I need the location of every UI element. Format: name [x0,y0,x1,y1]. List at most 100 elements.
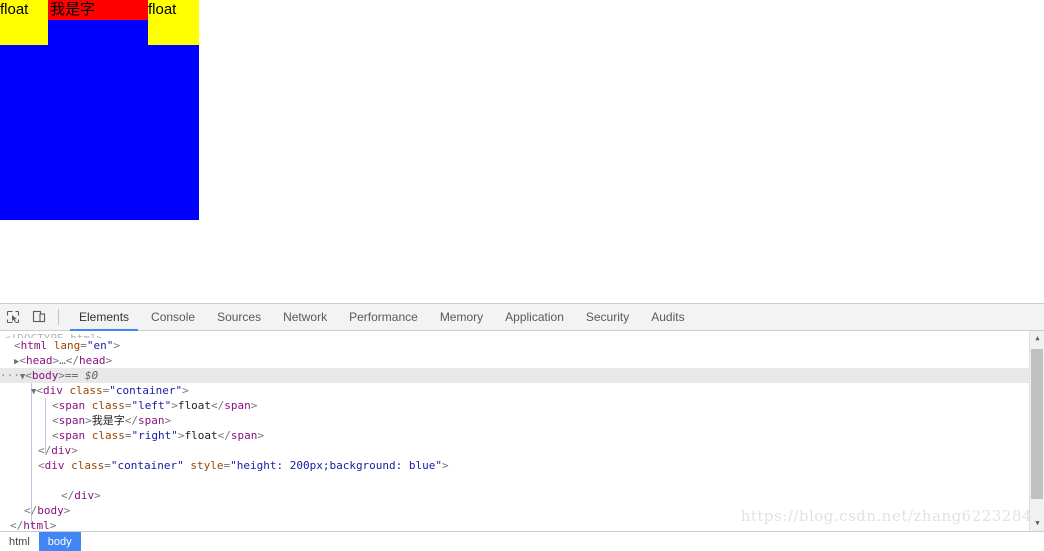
attr-class-value-right: "right" [131,429,178,442]
tag-div-close: div [51,444,72,457]
close-open: </ [10,519,24,531]
devtools-panel: Elements Console Sources Network Perform… [0,303,1044,551]
angle-open: < [52,414,59,427]
attr-class: class [91,399,125,412]
tag-span-close: span [230,429,258,442]
tag-div: div [43,384,63,397]
float-right-label: float [148,1,177,18]
tag-span: span [58,429,86,442]
angle-close: > [63,504,71,517]
dom-line-body[interactable]: ···▼<body>== $0 [0,368,1044,383]
span-chinese-text: 我是字 [91,414,125,427]
selected-node-ref: == $0 [65,369,99,382]
dom-line-blank [0,473,1044,488]
blue-container-box [0,20,199,220]
dom-line-div-container-open[interactable]: ▼<div class="container"> [0,383,1044,398]
dom-line-doctype[interactable]: <!DOCTYPE html> [0,331,1044,338]
attr-lang: lang [53,339,81,352]
dom-breadcrumb: html body [0,531,1044,551]
toolbar-divider [58,309,59,325]
close-open: </ [61,489,75,502]
dom-line-div-blue-open[interactable]: <div class="container" style="height: 20… [0,458,1044,473]
angle-open: < [52,429,59,442]
tab-elements[interactable]: Elements [68,304,140,331]
tag-div-close: div [74,489,95,502]
dom-line-span-right[interactable]: <span class="right">float</span> [0,428,1044,443]
tag-span: span [58,399,86,412]
angle-close: > [94,489,101,502]
tab-console[interactable]: Console [140,304,206,330]
angle-close: > [171,399,178,412]
dom-line-div-close-1[interactable]: </div> [0,443,1044,458]
tag-body: body [31,369,59,382]
dom-line-head[interactable]: ▶<head>…</head> [0,353,1044,368]
attr-class-value: "container" [110,459,184,472]
close-open: </ [217,429,231,442]
equals: = [104,459,111,472]
tag-span-close: span [224,399,251,412]
angle-open: < [52,399,59,412]
attr-class: class [71,459,105,472]
scrollbar-down-arrow[interactable]: ▼ [1030,516,1044,531]
attr-class-value-left: "left" [131,399,172,412]
tag-span: span [58,414,86,427]
tab-sources[interactable]: Sources [206,304,272,330]
dom-line-span-text[interactable]: <span>我是字</span> [0,413,1044,428]
tab-audits[interactable]: Audits [640,304,695,330]
angle-open: < [14,339,21,352]
dom-line-html-close[interactable]: </html> [0,518,1044,531]
inspect-element-icon[interactable] [0,304,26,330]
equals: = [124,429,132,442]
tab-performance[interactable]: Performance [338,304,429,330]
close-open: </ [211,399,225,412]
angle-close: > [71,444,78,457]
scrollbar-thumb[interactable] [1031,349,1043,499]
tag-head-close: head [79,354,106,367]
attr-style-value: "height: 200px;background: blue" [230,459,443,472]
browser-page-viewport: float float 我是字 [0,0,1044,303]
angle-close: > [442,459,449,472]
close-open: </ [38,444,52,457]
dom-line-html-open[interactable]: <html lang="en"> [0,338,1044,353]
attr-style: style [190,459,224,472]
span-right-text: float [184,429,218,442]
angle-close: > [85,414,92,427]
dom-tree-view[interactable]: <!DOCTYPE html> <html lang="en"> ▶<head>… [0,331,1044,531]
head-collapsed: >…</ [52,354,80,367]
dom-line-span-left[interactable]: <span class="left">float</span> [0,398,1044,413]
float-right-box: float [148,0,199,45]
equals: = [80,339,87,352]
tag-div: div [44,459,65,472]
dom-line-body-close[interactable]: </body> [0,503,1044,518]
dom-line-div-close-2[interactable]: </div> [0,488,1044,503]
tab-network[interactable]: Network [272,304,338,330]
scrollbar-up-arrow[interactable]: ▲ [1030,331,1044,346]
attr-class: class [91,429,125,442]
attr-class-value: "container" [109,384,183,397]
tag-span-close: span [138,414,165,427]
device-toolbar-icon[interactable] [26,304,52,330]
angle-open: < [25,369,32,382]
attr-lang-value: "en" [86,339,114,352]
attr-class: class [69,384,103,397]
tag-head: head [26,354,53,367]
breadcrumb-item-html[interactable]: html [0,532,39,551]
devtools-tab-strip: Elements Console Sources Network Perform… [68,304,696,331]
close-open: </ [24,504,38,517]
angle-open: < [38,459,45,472]
tab-memory[interactable]: Memory [429,304,494,330]
tag-html: html [20,339,48,352]
dom-tree-scrollbar[interactable]: ▲ ▼ [1029,331,1044,531]
float-left-box: float [0,0,48,45]
breadcrumb-item-body[interactable]: body [38,532,81,551]
tab-application[interactable]: Application [494,304,575,330]
tag-html-close: html [23,519,50,531]
devtools-toolbar: Elements Console Sources Network Perform… [0,304,1044,331]
angle-close: > [164,414,172,427]
angle-close: > [105,354,113,367]
tab-security[interactable]: Security [575,304,640,330]
